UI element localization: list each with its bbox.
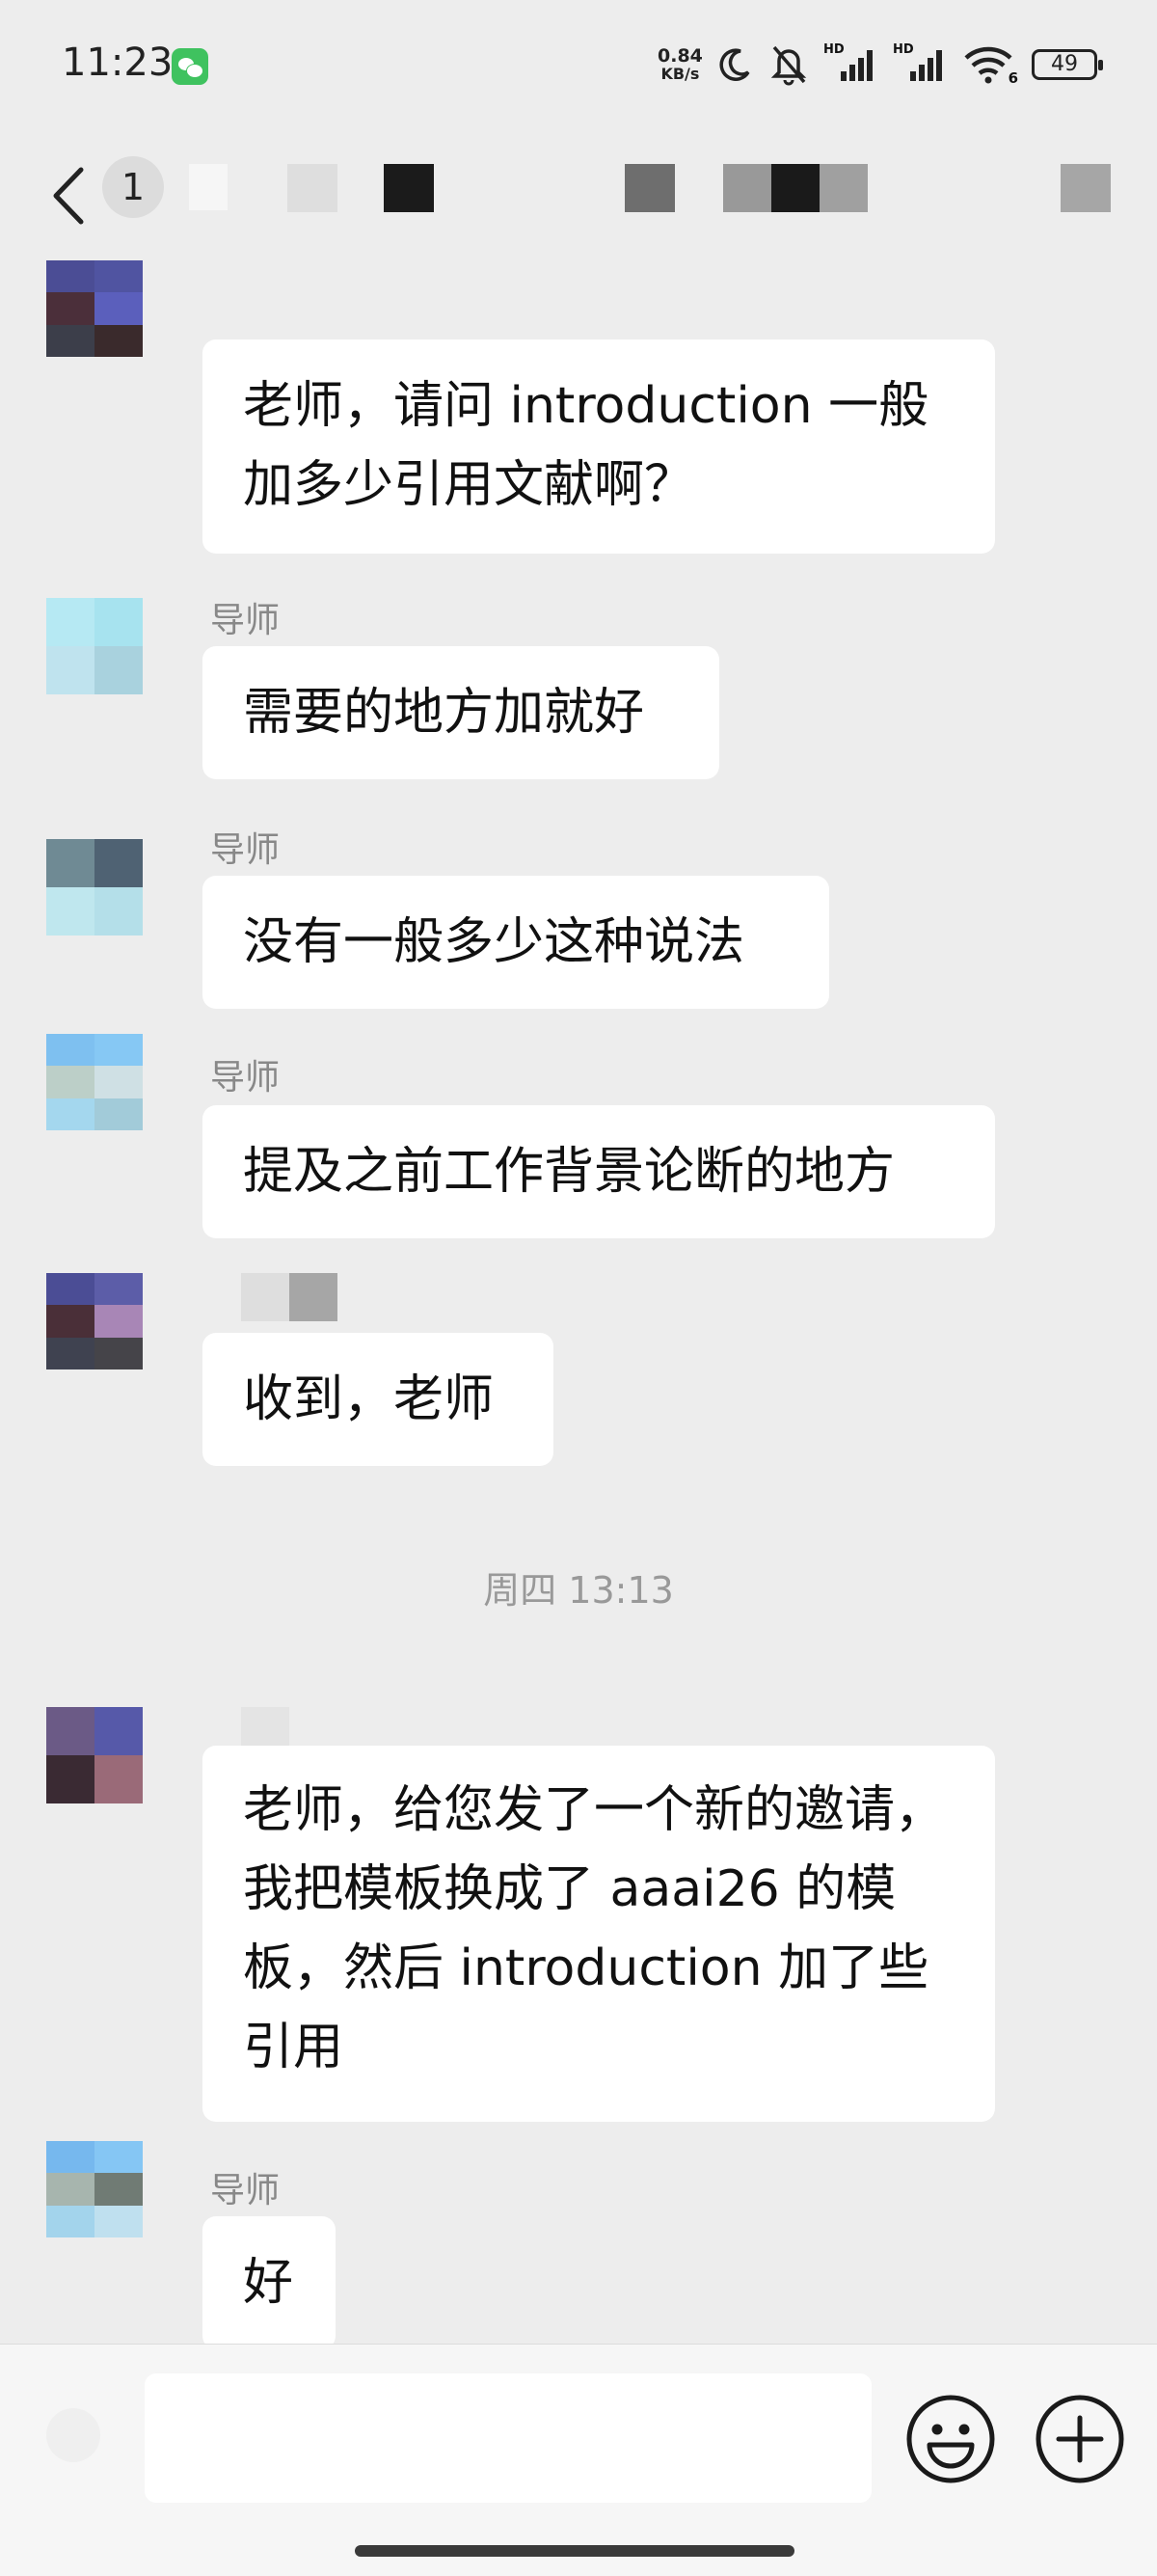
message-text: 老师，给您发了一个新的邀请， xyxy=(243,1781,946,1839)
mute-bell-icon xyxy=(770,45,807,86)
sender-name: 导师 xyxy=(210,601,281,640)
signal-1-icon: HD xyxy=(823,42,877,87)
wifi-label: 6 xyxy=(1008,69,1018,87)
network-speed-unit: KB/s xyxy=(660,65,700,83)
chat-header: 1 xyxy=(0,135,1157,260)
chat-message-list[interactable]: 老师，请问 introduction 一般 加多少引用文献啊？ 导师 需要的地方… xyxy=(0,253,1157,2344)
unread-count-badge[interactable]: 1 xyxy=(102,156,164,218)
avatar[interactable] xyxy=(46,2141,143,2237)
message-bubble[interactable]: 提及之前工作背景论断的地方 xyxy=(202,1105,995,1238)
battery-level: 49 xyxy=(1051,52,1078,76)
message-text: 加多少引用文献啊？ xyxy=(243,456,695,514)
message-text: 提及之前工作背景论断的地方 xyxy=(243,1143,896,1201)
battery-icon: 49 xyxy=(1032,49,1103,80)
message-text: 好 xyxy=(243,2254,294,2312)
avatar[interactable] xyxy=(46,1707,143,1803)
message-text: 引用 xyxy=(243,2019,344,2076)
message-text: 收到，老师 xyxy=(243,1370,495,1428)
status-time: 11:23 xyxy=(62,41,174,85)
network-speed-value: 0.84 xyxy=(658,45,703,67)
input-bar xyxy=(0,2344,1157,2576)
avatar[interactable] xyxy=(46,1034,143,1130)
avatar[interactable] xyxy=(46,839,143,935)
avatar[interactable] xyxy=(46,260,143,357)
message-text: 需要的地方加就好 xyxy=(243,684,645,742)
timestamp-divider: 周四 13:13 xyxy=(483,1569,674,1612)
message-text: 我把模板换成了 aaai26 的模 xyxy=(243,1860,897,1918)
wifi-icon: 6 xyxy=(962,42,1018,87)
message-text: 没有一般多少这种说法 xyxy=(243,913,745,971)
avatar[interactable] xyxy=(46,1273,143,1369)
moon-icon xyxy=(719,48,750,81)
message-bubble[interactable]: 老师，给您发了一个新的邀请， 我把模板换成了 aaai26 的模 板，然后 in… xyxy=(202,1746,995,2122)
signal-2-icon: HD xyxy=(893,42,947,87)
message-bubble[interactable]: 没有一般多少这种说法 xyxy=(202,876,829,1009)
message-bubble[interactable]: 需要的地方加就好 xyxy=(202,646,719,779)
wechat-icon xyxy=(172,48,208,85)
message-text: 板，然后 introduction 加了些 xyxy=(243,1939,929,1997)
sender-name: 导师 xyxy=(210,2171,281,2210)
home-indicator[interactable] xyxy=(355,2545,794,2557)
sender-name: 导师 xyxy=(210,830,281,870)
back-arrow-icon[interactable] xyxy=(46,162,91,230)
status-bar: 11:23 0.84 KB/s HD HD 6 49 xyxy=(0,0,1157,135)
voice-toggle-icon[interactable] xyxy=(46,2408,100,2462)
network-speed: 0.84 KB/s xyxy=(658,46,703,83)
plus-icon[interactable] xyxy=(1034,2393,1126,2485)
message-input[interactable] xyxy=(145,2373,872,2503)
avatar[interactable] xyxy=(46,598,143,694)
sender-name: 导师 xyxy=(210,1058,281,1098)
more-options-icon[interactable] xyxy=(1051,154,1118,222)
message-bubble[interactable]: 老师，请问 introduction 一般 加多少引用文献啊？ xyxy=(202,339,995,554)
emoji-icon[interactable] xyxy=(904,2393,997,2485)
message-text: 老师，请问 introduction 一般 xyxy=(243,377,929,435)
message-bubble[interactable]: 好 xyxy=(202,2216,336,2344)
sender-name-blurred xyxy=(241,1273,337,1321)
message-bubble[interactable]: 收到，老师 xyxy=(202,1333,553,1466)
